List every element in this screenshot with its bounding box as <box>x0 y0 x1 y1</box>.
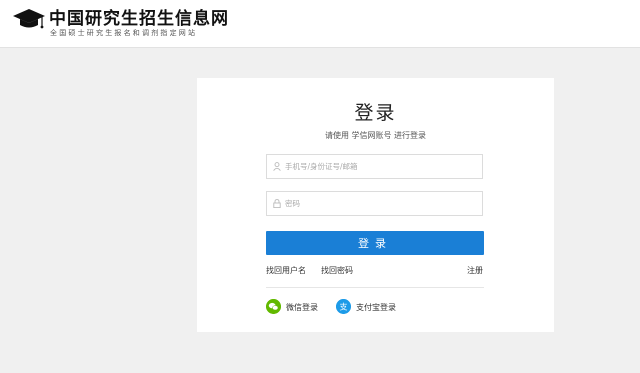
find-username-link[interactable]: 找回用户名 <box>266 265 306 276</box>
find-password-link[interactable]: 找回密码 <box>321 265 353 276</box>
username-field[interactable] <box>266 154 483 179</box>
login-title: 登录 <box>354 102 397 124</box>
user-icon <box>273 162 281 171</box>
login-button[interactable]: 登录 <box>266 231 484 255</box>
svg-text:支: 支 <box>340 302 348 312</box>
alipay-icon: 支 <box>336 299 351 314</box>
divider <box>266 287 484 288</box>
site-title[interactable]: 中国研究生招生信息网 <box>49 4 229 29</box>
lock-icon <box>273 199 281 208</box>
site-header: 中国研究生招生信息网 全国硕士研究生报名和调剂指定网站 <box>0 0 640 48</box>
register-link[interactable]: 注册 <box>467 265 483 276</box>
graduation-cap-icon <box>13 9 45 29</box>
password-input[interactable] <box>285 192 475 215</box>
username-input[interactable] <box>285 155 475 178</box>
site-subtitle: 全国硕士研究生报名和调剂指定网站 <box>50 29 198 37</box>
wechat-login-label: 微信登录 <box>286 303 318 312</box>
wechat-icon <box>266 299 281 314</box>
login-subtitle: 请使用 学信网账号 进行登录 <box>324 131 427 140</box>
login-card: 登录 请使用 学信网账号 进行登录 登录 找回用户名 找回密码 注册 微信登录 … <box>197 78 554 332</box>
password-field[interactable] <box>266 191 483 216</box>
alipay-login-label: 支付宝登录 <box>356 303 396 312</box>
